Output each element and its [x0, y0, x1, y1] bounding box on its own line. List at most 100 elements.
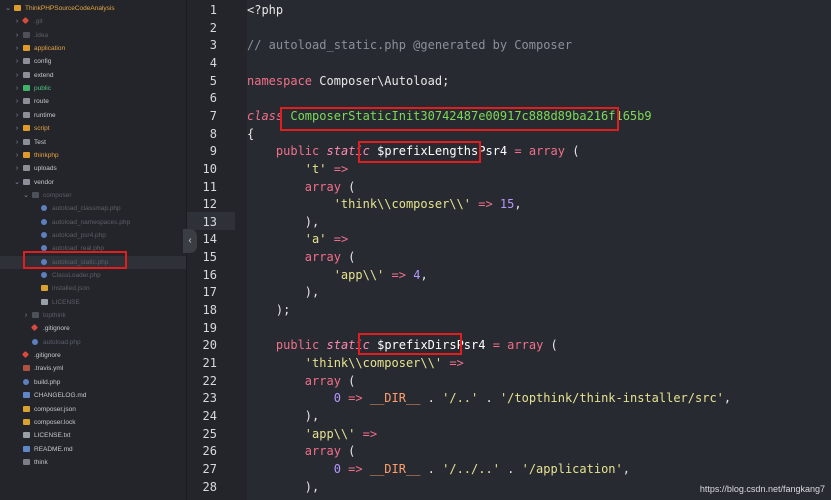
tree-item[interactable]: ⌄ vendor: [0, 176, 186, 189]
code-token: array: [304, 373, 341, 388]
code-token: .: [420, 461, 443, 476]
code-line[interactable]: public static $prefixDirsPsr4 = array (: [247, 338, 558, 352]
code-token: ,: [723, 391, 732, 406]
chevron-right-icon[interactable]: ›: [13, 162, 21, 175]
tree-item[interactable]: › topthink: [0, 309, 186, 322]
code-line[interactable]: 'think\\composer\\' =>: [247, 356, 464, 370]
code-line[interactable]: array (: [247, 180, 356, 194]
tree-item[interactable]: › application: [0, 42, 186, 55]
code-line[interactable]: 'think\\composer\\' => 15,: [247, 197, 522, 211]
tree-item[interactable]: › extend: [0, 69, 186, 82]
code-line[interactable]: array (: [247, 250, 356, 265]
code-line[interactable]: );: [247, 303, 290, 317]
tree-item[interactable]: › .idea: [0, 29, 186, 42]
tree-item[interactable]: ClassLoader.php: [0, 269, 186, 282]
code-editor[interactable]: 1 2 3 4 5 6 7 8 9 10 11 12 13 14 15 16 17 18 19 20 21 22 23 24 2…: [187, 0, 831, 500]
tree-item[interactable]: autoload_classmap.php: [0, 202, 186, 215]
tree-item[interactable]: › route: [0, 95, 186, 108]
chevron-right-icon[interactable]: ›: [13, 42, 21, 55]
code-line[interactable]: 'app\\' => 4,: [247, 268, 428, 282]
chevron-right-icon[interactable]: ›: [13, 109, 21, 122]
chevron-right-icon[interactable]: ›: [13, 55, 21, 68]
code-line[interactable]: array (: [247, 373, 356, 388]
code-area[interactable]: <?php // autoload_static.php @generated b…: [247, 0, 831, 500]
tree-item[interactable]: LICENSE: [0, 296, 186, 309]
code-line[interactable]: ),: [247, 285, 319, 299]
tree-item[interactable]: LICENSE.txt: [0, 429, 186, 442]
tree-item[interactable]: CHANGELOG.md: [0, 389, 186, 402]
chevron-down-icon[interactable]: ⌄: [13, 176, 21, 189]
tree-item[interactable]: .travis.yml: [0, 362, 186, 375]
chevron-right-icon[interactable]: ›: [13, 136, 21, 149]
watermark-text: https://blog.csdn.net/fangkang7: [699, 484, 825, 494]
code-line[interactable]: class ComposerStaticInit30742487e00917c8…: [247, 109, 652, 123]
file-icon: [41, 298, 48, 305]
chevron-right-icon[interactable]: ›: [13, 29, 21, 42]
code-line[interactable]: 'app\\' =>: [247, 427, 377, 441]
chevron-right-icon[interactable]: ›: [13, 122, 21, 135]
tree-item[interactable]: › .git: [0, 15, 186, 28]
chevron-down-icon[interactable]: ⌄: [4, 2, 12, 15]
code-line[interactable]: // autoload_static.php @generated by Com…: [247, 38, 572, 52]
collapse-sidebar-button[interactable]: ‹: [183, 229, 197, 253]
code-token: $prefixDirsPsr4: [377, 338, 486, 353]
chevron-right-icon[interactable]: ›: [22, 309, 30, 322]
code-token: array: [304, 250, 341, 265]
code-line[interactable]: namespace Composer\Autoload;: [247, 74, 449, 88]
code-line[interactable]: <?php: [247, 3, 283, 17]
tree-item[interactable]: › uploads: [0, 162, 186, 175]
tree-item[interactable]: autoload_real.php: [0, 242, 186, 255]
code-line[interactable]: 0 => __DIR__ . '/..' . '/topthink/think-…: [247, 391, 731, 405]
code-token: .: [499, 461, 522, 476]
line-number: 24: [202, 408, 217, 423]
chevron-down-icon[interactable]: ⌄: [22, 189, 30, 202]
tree-item[interactable]: composer.json: [0, 403, 186, 416]
line-number: 7: [209, 108, 217, 123]
tree-item[interactable]: › script: [0, 122, 186, 135]
code-token: class: [247, 108, 284, 123]
tree-item[interactable]: README.md: [0, 443, 186, 456]
tree-item[interactable]: autoload.php: [0, 336, 186, 349]
tree-item[interactable]: autoload_namespaces.php: [0, 216, 186, 229]
tree-item[interactable]: › Test: [0, 136, 186, 149]
code-token: =>: [478, 197, 493, 212]
code-token: .: [420, 391, 443, 406]
chevron-right-icon[interactable]: ›: [13, 82, 21, 95]
file-icon: [41, 245, 47, 252]
file-icon: [32, 338, 38, 345]
chevron-right-icon[interactable]: ›: [13, 149, 21, 162]
code-line[interactable]: 'a' =>: [247, 232, 348, 246]
code-token: 'app\\': [333, 267, 385, 282]
tree-item[interactable]: autoload_static.php: [0, 255, 186, 269]
code-token: ,: [420, 267, 428, 282]
tree-item[interactable]: › thinkphp: [0, 149, 186, 162]
tree-item[interactable]: composer.lock: [0, 416, 186, 429]
tree-item[interactable]: think: [0, 456, 186, 469]
code-line[interactable]: ),: [247, 409, 319, 423]
tree-item-label: autoload_static.php: [52, 258, 109, 266]
chevron-right-icon[interactable]: ›: [13, 95, 21, 108]
code-line[interactable]: 0 => __DIR__ . '/../..' . '/application'…: [247, 462, 630, 476]
tree-item[interactable]: ⌄ ThinkPHPSourceCodeAnalysis: [0, 2, 186, 15]
chevron-right-icon[interactable]: ›: [13, 69, 21, 82]
tree-item[interactable]: › config: [0, 55, 186, 68]
tree-item[interactable]: autoload_psr4.php: [0, 229, 186, 242]
tree-item[interactable]: build.php: [0, 376, 186, 389]
code-line[interactable]: 't' =>: [247, 162, 348, 176]
tree-item[interactable]: › public: [0, 82, 186, 95]
code-token: array: [507, 338, 544, 353]
tree-item[interactable]: installed.json: [0, 282, 186, 295]
code-line[interactable]: public static $prefixLengthsPsr4 = array…: [247, 144, 580, 158]
code-line[interactable]: ),: [247, 480, 319, 494]
tree-item[interactable]: .gitignore: [0, 322, 186, 335]
chevron-right-icon[interactable]: ›: [13, 15, 21, 28]
tree-item[interactable]: ⌄ composer: [0, 189, 186, 202]
code-line[interactable]: ),: [247, 215, 319, 229]
code-line[interactable]: {: [247, 127, 254, 141]
tree-item[interactable]: › runtime: [0, 109, 186, 122]
code-line[interactable]: array (: [247, 444, 356, 458]
tree-item[interactable]: .gitignore: [0, 349, 186, 362]
